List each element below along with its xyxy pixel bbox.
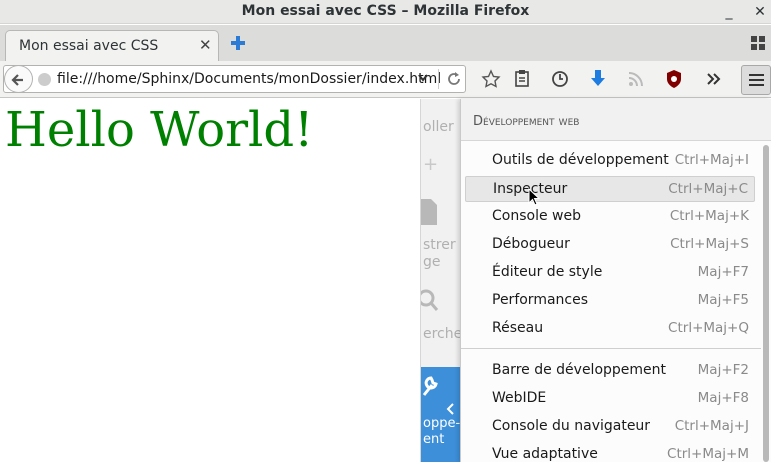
menu-item-label: Barre de développement	[492, 362, 667, 378]
save-page-icon[interactable]	[421, 199, 437, 225]
find-magnifier-icon[interactable]	[421, 289, 439, 313]
menu-item-fragment[interactable]: ercher	[423, 326, 460, 342]
page-content: Hello World!	[0, 99, 420, 462]
main-menu-panel: oller + strer l ge ercher oppe- ent	[420, 99, 460, 462]
wrench-icon	[422, 376, 438, 396]
ublock-shield-icon[interactable]	[663, 68, 685, 90]
chevron-left-icon	[446, 403, 454, 415]
url-input[interactable]: file:///home/Sphinx/Documents/monDossier…	[57, 71, 441, 87]
menu-item-devtools[interactable]: Outils de développement Ctrl+Maj+I	[465, 148, 755, 174]
menu-item-shortcut: Maj+F8	[697, 390, 749, 406]
menu-item-browser-console[interactable]: Console du navigateur Ctrl+Maj+J	[465, 414, 755, 440]
window-close-button[interactable]: ✕	[749, 1, 771, 23]
menu-item-shortcut: Ctrl+Maj+I	[674, 152, 749, 168]
site-identity-icon[interactable]	[38, 73, 51, 86]
tab-groups-icon[interactable]	[750, 35, 766, 51]
tab-close-icon[interactable]: ✕	[199, 36, 212, 54]
window-title: Mon essai avec CSS – Mozilla Firefox	[241, 3, 530, 19]
mouse-pointer-icon	[528, 188, 540, 206]
subview-title: Développement web	[473, 114, 580, 129]
url-separator	[438, 69, 439, 89]
menu-item-shortcut: Ctrl+Maj+S	[670, 236, 749, 252]
menu-item-webide[interactable]: WebIDE Maj+F8	[465, 386, 755, 412]
bookmark-star-icon[interactable]	[480, 68, 502, 90]
menu-item-label: Éditeur de style	[492, 264, 603, 280]
menu-item-network[interactable]: Réseau Ctrl+Maj+Q	[465, 316, 755, 342]
tab-strip: Mon essai avec CSS ✕	[0, 25, 771, 62]
hamburger-icon-bar	[749, 84, 764, 86]
new-tab-plus-icon[interactable]	[229, 34, 247, 52]
history-clock-icon[interactable]	[549, 68, 571, 90]
menu-item-label: Débogueur	[492, 236, 570, 252]
menu-item-label: Console web	[492, 208, 581, 224]
window-titlebar: Mon essai avec CSS – Mozilla Firefox _ ✕	[0, 0, 771, 24]
menu-item-shortcut: Ctrl+Maj+M	[667, 446, 749, 462]
web-developer-subview: Développement web Outils de développemen…	[460, 99, 771, 462]
menu-item-web-console[interactable]: Console web Ctrl+Maj+K	[465, 204, 755, 230]
menu-item-label: Réseau	[492, 320, 544, 336]
tab-label: Mon essai avec CSS	[19, 38, 159, 54]
developer-label-fragment: ent	[423, 432, 445, 447]
overflow-chevron-icon[interactable]	[703, 68, 725, 90]
menu-item-label: Vue adaptative	[492, 446, 598, 462]
subview-header: Développement web	[461, 99, 771, 141]
menu-separator	[461, 348, 761, 349]
menu-item-shortcut: Ctrl+Maj+K	[669, 208, 749, 224]
menu-item-performance[interactable]: Performances Maj+F5	[465, 288, 755, 314]
minimize-button[interactable]: _	[718, 1, 740, 23]
downloads-arrow-icon[interactable]	[587, 68, 609, 90]
bookmarks-menu-icon[interactable]	[511, 68, 533, 90]
back-button[interactable]	[4, 65, 33, 93]
menu-item-shortcut: Ctrl+Maj+Q	[668, 320, 749, 336]
tab-current[interactable]: Mon essai avec CSS ✕	[5, 30, 219, 62]
menu-item-responsive-design[interactable]: Vue adaptative Ctrl+Maj+M	[465, 442, 755, 462]
subview-scrollbar[interactable]	[763, 145, 769, 462]
menu-item-inspector[interactable]: Inspecteur Ctrl+Maj+C	[465, 176, 755, 202]
zoom-plus-icon[interactable]: +	[423, 154, 438, 175]
menu-item-style-editor[interactable]: Éditeur de style Maj+F7	[465, 260, 755, 286]
menu-item-fragment[interactable]: strer l	[423, 237, 460, 253]
navigation-toolbar: file:///home/Sphinx/Documents/monDossier…	[0, 61, 771, 98]
menu-item-shortcut: Maj+F7	[697, 264, 749, 280]
hamburger-icon-bar	[749, 79, 764, 81]
developer-menu-button[interactable]: oppe- ent	[421, 367, 460, 462]
url-bar[interactable]: file:///home/Sphinx/Documents/monDossier…	[3, 65, 466, 93]
menu-item-developer-toolbar[interactable]: Barre de développement Maj+F2	[465, 358, 755, 384]
rss-feed-icon[interactable]	[625, 68, 647, 90]
menu-item-label: WebIDE	[492, 390, 547, 406]
chevron-down-icon[interactable]	[417, 70, 429, 86]
hamburger-icon	[749, 74, 764, 76]
menu-item-label: Outils de développement	[492, 152, 669, 168]
menu-item-shortcut: Maj+F2	[697, 362, 749, 378]
menu-item-label: Console du navigateur	[492, 418, 651, 434]
menu-item-shortcut: Ctrl+Maj+J	[674, 418, 749, 434]
menu-item-fragment[interactable]: oller	[423, 119, 454, 135]
menu-item-debugger[interactable]: Débogueur Ctrl+Maj+S	[465, 232, 755, 258]
developer-label-fragment: oppe-	[423, 416, 460, 431]
page-heading: Hello World!	[5, 102, 314, 158]
menu-item-fragment[interactable]: ge	[423, 254, 441, 270]
menu-item-label: Performances	[492, 292, 589, 308]
back-arrow-icon	[11, 74, 23, 86]
menu-item-shortcut: Ctrl+Maj+C	[668, 181, 748, 197]
reload-icon[interactable]	[446, 71, 462, 87]
menu-item-shortcut: Maj+F5	[697, 292, 749, 308]
open-menu-button[interactable]	[741, 65, 771, 95]
